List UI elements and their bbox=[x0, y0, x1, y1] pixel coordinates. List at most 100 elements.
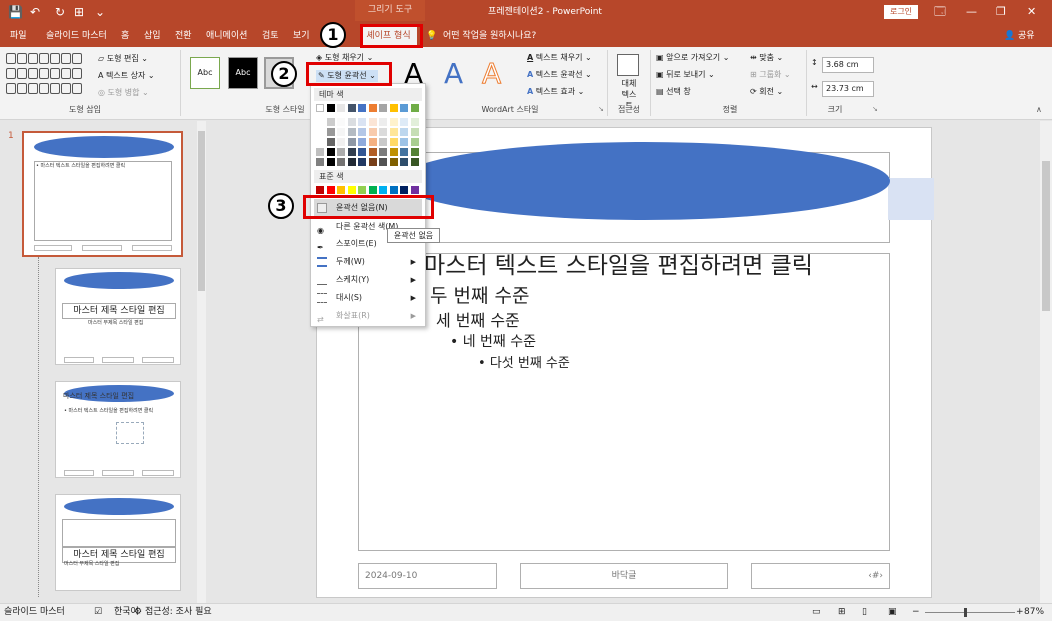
thumbnail-layout-content[interactable]: 마스터 제목 스타일 편집 • 마스터 텍스트 스타일을 편집하려면 클릭 bbox=[55, 381, 181, 478]
date-placeholder[interactable]: 2024-09-10 bbox=[358, 563, 497, 589]
theme-color-swatch[interactable] bbox=[368, 118, 377, 126]
zoom-out-icon[interactable]: − bbox=[912, 604, 920, 621]
collapse-ribbon-icon[interactable]: ∧ bbox=[1036, 104, 1042, 116]
undo-icon[interactable]: ↶ bbox=[30, 4, 40, 20]
theme-color-swatch[interactable] bbox=[400, 104, 408, 112]
theme-color-swatch[interactable] bbox=[410, 138, 419, 146]
theme-color-swatch[interactable] bbox=[326, 158, 335, 166]
theme-color-swatch[interactable] bbox=[410, 158, 419, 166]
theme-color-swatch[interactable] bbox=[347, 148, 356, 156]
slide-sorter-icon[interactable]: ⊞ bbox=[838, 604, 846, 621]
tab-animations[interactable]: 애니메이션 bbox=[206, 30, 247, 43]
standard-color-swatch[interactable] bbox=[379, 186, 387, 194]
present-icon[interactable]: ⊞ bbox=[74, 4, 84, 20]
tab-home[interactable]: 홈 bbox=[121, 30, 129, 43]
send-backward-button[interactable]: ▣ 뒤로 보내기 ⌄ bbox=[656, 69, 715, 81]
thumbnail-scrollbar[interactable] bbox=[197, 121, 206, 603]
shape-style-preview-2[interactable]: Abc bbox=[228, 57, 258, 89]
sketch-item[interactable]: 스케치(Y) ▶ bbox=[314, 271, 422, 289]
theme-color-swatch[interactable] bbox=[337, 118, 345, 126]
zoom-in-icon[interactable]: + bbox=[1016, 604, 1024, 621]
theme-color-swatch[interactable] bbox=[316, 128, 324, 136]
size-dialog-launcher-icon[interactable]: ↘ bbox=[872, 103, 878, 115]
tab-review[interactable]: 검토 bbox=[262, 30, 279, 43]
theme-color-swatch[interactable] bbox=[337, 148, 345, 156]
customize-quick-access-icon[interactable]: ⌄ bbox=[95, 4, 105, 20]
align-button[interactable]: ⇹ 맞춤 ⌄ bbox=[750, 52, 783, 64]
share-button[interactable]: 공유 bbox=[1018, 30, 1035, 43]
standard-color-swatch[interactable] bbox=[326, 186, 335, 194]
theme-color-swatch[interactable] bbox=[347, 104, 356, 112]
slide-scrollbar[interactable] bbox=[1040, 121, 1052, 603]
theme-color-swatch[interactable] bbox=[400, 138, 408, 146]
dashes-item[interactable]: 대시(S) ▶ bbox=[314, 289, 422, 307]
zoom-slider[interactable] bbox=[925, 612, 1015, 613]
theme-color-swatch[interactable] bbox=[379, 128, 387, 136]
theme-color-swatch[interactable] bbox=[379, 138, 387, 146]
weight-item[interactable]: 두께(W) ▶ bbox=[314, 253, 422, 271]
theme-color-swatch[interactable] bbox=[389, 118, 398, 126]
theme-color-swatch[interactable] bbox=[337, 128, 345, 136]
save-icon[interactable]: 💾 bbox=[8, 4, 23, 20]
standard-color-swatch[interactable] bbox=[347, 186, 356, 194]
page-number-placeholder[interactable]: ‹#› bbox=[751, 563, 890, 589]
theme-color-swatch[interactable] bbox=[400, 128, 408, 136]
scroll-thumb[interactable] bbox=[198, 131, 205, 291]
group-button[interactable]: ⊞ 그룹화 ⌄ bbox=[750, 69, 791, 81]
tab-transitions[interactable]: 전환 bbox=[175, 30, 192, 43]
merge-shapes-button[interactable]: ◎ 도형 병합 ⌄ bbox=[98, 87, 149, 99]
close-icon[interactable]: ✕ bbox=[1027, 4, 1036, 20]
theme-color-swatch[interactable] bbox=[337, 158, 345, 166]
theme-color-swatch[interactable] bbox=[410, 104, 419, 112]
tell-me-search[interactable]: 어떤 작업을 원하시나요? bbox=[443, 30, 536, 43]
theme-color-swatch[interactable] bbox=[316, 104, 324, 112]
rotate-button[interactable]: ⟳ 회전 ⌄ bbox=[750, 86, 783, 98]
standard-color-swatch[interactable] bbox=[400, 186, 408, 194]
tab-file[interactable]: 파일 bbox=[10, 30, 27, 43]
shape-style-preview-1[interactable]: Abc bbox=[190, 57, 220, 89]
theme-color-swatch[interactable] bbox=[358, 158, 366, 166]
thumbnail-layout-section[interactable]: 마스터 제목 스타일 편집 마스터 부제목 스타일 편집 bbox=[55, 494, 181, 591]
theme-color-swatch[interactable] bbox=[389, 158, 398, 166]
theme-color-swatch[interactable] bbox=[410, 118, 419, 126]
arrows-item[interactable]: ⇄ 화살표(R) ▶ bbox=[314, 307, 422, 325]
scroll-thumb[interactable] bbox=[1042, 161, 1050, 311]
minimize-icon[interactable]: — bbox=[966, 4, 977, 20]
theme-color-swatch[interactable] bbox=[316, 118, 324, 126]
width-field[interactable]: 23.73 cm bbox=[822, 81, 874, 97]
standard-color-swatch[interactable] bbox=[410, 186, 419, 194]
footer-placeholder[interactable]: 바닥글 bbox=[520, 563, 728, 589]
redo-icon[interactable]: ↻ bbox=[55, 4, 65, 20]
theme-color-swatch[interactable] bbox=[379, 118, 387, 126]
theme-color-swatch[interactable] bbox=[368, 148, 377, 156]
ribbon-display-icon[interactable]: 🗔 bbox=[934, 4, 946, 20]
standard-color-swatch[interactable] bbox=[389, 186, 398, 194]
height-field[interactable]: 3.68 cm bbox=[822, 57, 874, 73]
theme-color-swatch[interactable] bbox=[410, 148, 419, 156]
theme-color-swatch[interactable] bbox=[326, 138, 335, 146]
theme-color-swatch[interactable] bbox=[389, 128, 398, 136]
restore-icon[interactable]: ❐ bbox=[996, 4, 1006, 20]
theme-color-swatch[interactable] bbox=[379, 158, 387, 166]
theme-color-swatch[interactable] bbox=[337, 138, 345, 146]
standard-color-swatch[interactable] bbox=[358, 186, 366, 194]
theme-color-swatch[interactable] bbox=[400, 158, 408, 166]
theme-color-swatch[interactable] bbox=[316, 148, 324, 156]
text-outline-button[interactable]: A 텍스트 윤곽선 ⌄ bbox=[527, 69, 592, 81]
theme-color-swatch[interactable] bbox=[326, 104, 335, 112]
tab-slide-master[interactable]: 슬라이드 마스터 bbox=[46, 30, 107, 43]
dialog-launcher-icon[interactable]: ↘ bbox=[598, 103, 604, 115]
edit-shape-button[interactable]: ▱ 도형 편집 ⌄ bbox=[98, 53, 148, 65]
normal-view-icon[interactable]: ▭ bbox=[812, 604, 821, 621]
tab-insert[interactable]: 삽입 bbox=[144, 30, 161, 43]
theme-color-swatch[interactable] bbox=[316, 158, 324, 166]
theme-color-swatch[interactable] bbox=[389, 138, 398, 146]
theme-color-swatch[interactable] bbox=[368, 128, 377, 136]
reading-view-icon[interactable]: ▯ bbox=[862, 604, 867, 621]
bring-forward-button[interactable]: ▣ 앞으로 가져오기 ⌄ bbox=[656, 52, 729, 64]
theme-color-swatch[interactable] bbox=[347, 138, 356, 146]
theme-color-swatch[interactable] bbox=[379, 104, 387, 112]
theme-color-swatch[interactable] bbox=[337, 104, 345, 112]
theme-color-swatch[interactable] bbox=[358, 104, 366, 112]
theme-color-swatch[interactable] bbox=[326, 128, 335, 136]
